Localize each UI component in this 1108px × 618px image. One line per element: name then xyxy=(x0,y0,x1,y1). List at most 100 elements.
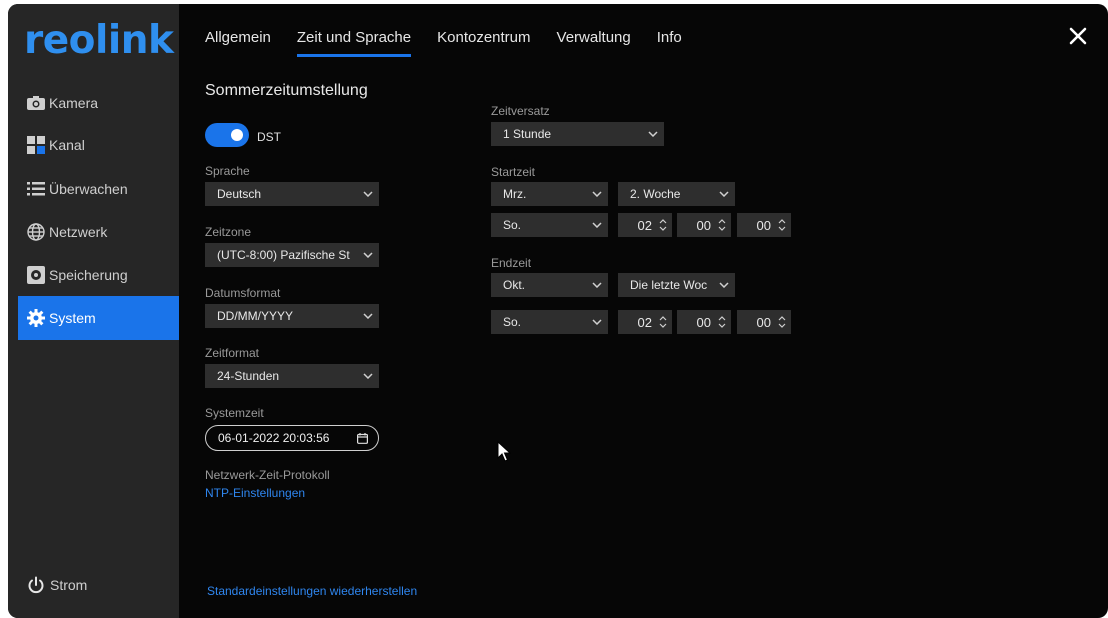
start-day-value: So. xyxy=(503,218,522,232)
settings-window: reolink Kamera Kanal Überwachen Netzwerk xyxy=(8,4,1108,618)
date-format-value: DD/MM/YYYY xyxy=(217,309,294,323)
mouse-pointer-icon xyxy=(497,440,512,468)
end-week-select[interactable]: Die letzte Woc xyxy=(618,273,735,297)
grid-icon xyxy=(27,136,45,154)
list-icon xyxy=(27,180,45,198)
offset-value: 1 Stunde xyxy=(503,127,552,141)
spinner-arrows-icon[interactable] xyxy=(717,217,727,233)
end-month-select[interactable]: Okt. xyxy=(491,273,608,297)
sidebar-item-kanal[interactable]: Kanal xyxy=(18,124,179,166)
timezone-value: (UTC-8:00) Pazifische St xyxy=(217,248,350,262)
spinner-arrows-icon[interactable] xyxy=(658,314,668,330)
end-minute-value: 00 xyxy=(696,314,711,330)
end-minute-stepper[interactable]: 00 xyxy=(677,310,731,334)
dst-label: DST xyxy=(257,130,281,144)
chevron-down-icon xyxy=(586,273,608,297)
toggle-knob xyxy=(231,129,243,141)
spinner-arrows-icon[interactable] xyxy=(777,314,787,330)
start-month-select[interactable]: Mrz. xyxy=(491,182,608,206)
chevron-down-icon xyxy=(357,182,379,206)
sidebar-item-ueberwachen[interactable]: Überwachen xyxy=(18,168,179,210)
time-format-value: 24-Stunden xyxy=(217,369,280,383)
camera-icon xyxy=(27,94,45,112)
end-second-value: 00 xyxy=(756,314,771,330)
offset-select[interactable]: 1 Stunde xyxy=(491,122,664,146)
globe-icon xyxy=(27,223,45,241)
system-time-input[interactable]: 06-01-2022 20:03:56 xyxy=(205,425,379,451)
end-week-value: Die letzte Woc xyxy=(630,278,708,292)
sidebar-item-label: Speicherung xyxy=(49,267,128,283)
reolink-logo: reolink xyxy=(24,18,174,63)
end-hour-stepper[interactable]: 02 xyxy=(618,310,672,334)
spinner-arrows-icon[interactable] xyxy=(777,217,787,233)
power-label: Strom xyxy=(50,577,88,593)
tab-verwaltung[interactable]: Verwaltung xyxy=(557,4,631,60)
sidebar-item-label: Kamera xyxy=(49,95,99,111)
close-icon[interactable] xyxy=(1068,26,1092,50)
sidebar-item-netzwerk[interactable]: Netzwerk xyxy=(18,211,179,253)
end-label: Endzeit xyxy=(491,256,532,270)
start-minute-value: 00 xyxy=(696,217,711,233)
start-second-value: 00 xyxy=(756,217,771,233)
sidebar-item-label: Kanal xyxy=(49,137,85,153)
start-week-value: 2. Woche xyxy=(630,187,681,201)
chevron-down-icon xyxy=(713,273,735,297)
chevron-down-icon xyxy=(586,310,608,334)
language-label: Sprache xyxy=(205,164,250,178)
chevron-down-icon xyxy=(586,213,608,237)
system-time-label: Systemzeit xyxy=(205,406,264,420)
date-format-label: Datumsformat xyxy=(205,286,281,300)
tab-allgemein[interactable]: Allgemein xyxy=(205,4,271,60)
start-label: Startzeit xyxy=(491,165,536,179)
sidebar-item-label: Netzwerk xyxy=(49,224,108,240)
spinner-arrows-icon[interactable] xyxy=(658,217,668,233)
date-format-select[interactable]: DD/MM/YYYY xyxy=(205,304,379,328)
power-button[interactable]: Strom xyxy=(27,576,87,594)
start-month-value: Mrz. xyxy=(503,187,527,201)
time-format-select[interactable]: 24-Stunden xyxy=(205,364,379,388)
ntp-settings-link[interactable]: NTP-Einstellungen xyxy=(205,486,305,500)
chevron-down-icon xyxy=(713,182,735,206)
end-day-value: So. xyxy=(503,315,522,329)
sidebar: reolink Kamera Kanal Überwachen Netzwerk xyxy=(8,4,179,618)
calendar-icon xyxy=(357,433,369,447)
start-hour-stepper[interactable]: 02 xyxy=(618,213,672,237)
sidebar-item-system[interactable]: System xyxy=(18,296,179,340)
sidebar-item-label: Überwachen xyxy=(49,181,128,197)
tab-info[interactable]: Info xyxy=(657,4,682,60)
power-icon xyxy=(27,576,45,594)
spinner-arrows-icon[interactable] xyxy=(717,314,727,330)
system-time-value: 06-01-2022 20:03:56 xyxy=(218,431,330,445)
tab-kontozentrum[interactable]: Kontozentrum xyxy=(437,4,530,60)
end-second-stepper[interactable]: 00 xyxy=(737,310,791,334)
ntp-label: Netzwerk-Zeit-Protokoll xyxy=(205,468,330,482)
end-hour-value: 02 xyxy=(637,314,652,330)
start-second-stepper[interactable]: 00 xyxy=(737,213,791,237)
timezone-label: Zeitzone xyxy=(205,225,252,239)
chevron-down-icon xyxy=(642,122,664,146)
gear-icon xyxy=(27,309,45,327)
chevron-down-icon xyxy=(357,243,379,267)
chevron-down-icon xyxy=(586,182,608,206)
end-month-value: Okt. xyxy=(503,278,526,292)
chevron-down-icon xyxy=(357,304,379,328)
restore-defaults-link[interactable]: Standardeinstellungen wiederherstellen xyxy=(207,584,417,598)
tab-zeit-und-sprache[interactable]: Zeit und Sprache xyxy=(296,4,412,60)
offset-label: Zeitversatz xyxy=(491,104,550,118)
start-week-select[interactable]: 2. Woche xyxy=(618,182,735,206)
start-minute-stepper[interactable]: 00 xyxy=(677,213,731,237)
sidebar-item-label: System xyxy=(49,310,96,326)
storage-icon xyxy=(27,266,45,284)
time-format-label: Zeitformat xyxy=(205,346,260,360)
start-day-select[interactable]: So. xyxy=(491,213,608,237)
language-value: Deutsch xyxy=(217,187,262,201)
chevron-down-icon xyxy=(357,364,379,388)
dst-heading: Sommerzeitumstellung xyxy=(205,82,368,99)
sidebar-item-speicherung[interactable]: Speicherung xyxy=(18,254,179,296)
end-day-select[interactable]: So. xyxy=(491,310,608,334)
sidebar-item-kamera[interactable]: Kamera xyxy=(18,82,179,124)
dst-toggle[interactable] xyxy=(205,123,249,147)
timezone-select[interactable]: (UTC-8:00) Pazifische St xyxy=(205,243,379,267)
start-hour-value: 02 xyxy=(637,217,652,233)
language-select[interactable]: Deutsch xyxy=(205,182,379,206)
